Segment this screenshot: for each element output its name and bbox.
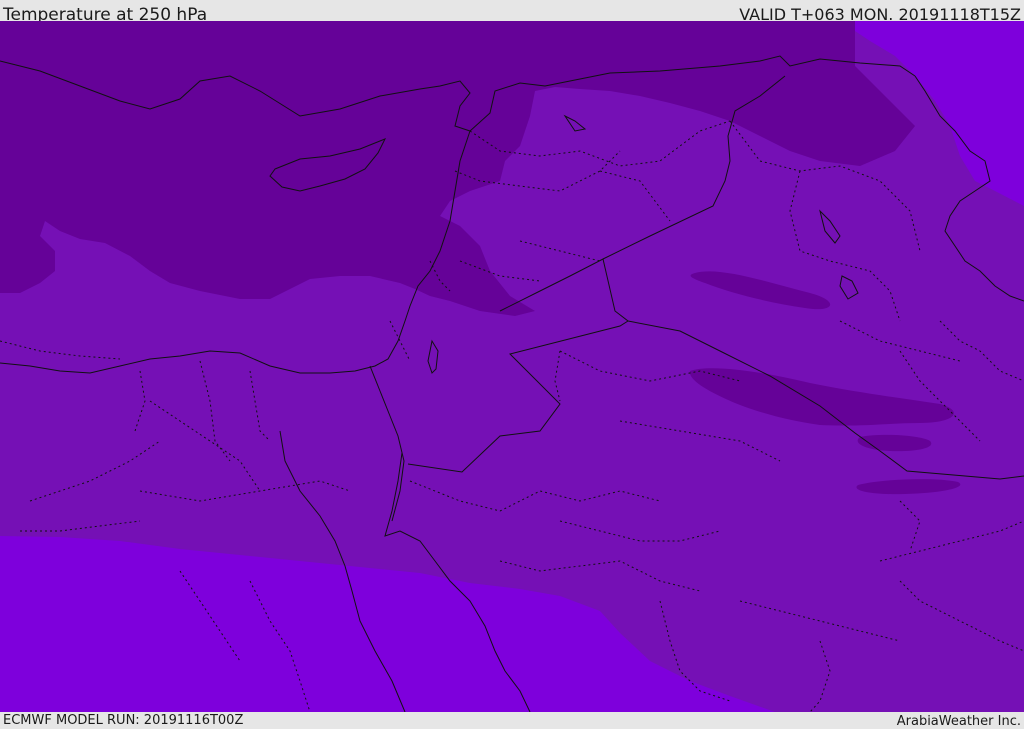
map-canvas[interactable] [0, 21, 1024, 712]
credit: ArabiaWeather Inc. [896, 714, 1021, 729]
footer-bar: ECMWF MODEL RUN: 20191116T00Z ArabiaWeat… [0, 712, 1024, 729]
valid-time: VALID T+063 MON. 20191118T15Z [739, 5, 1021, 21]
model-run: ECMWF MODEL RUN: 20191116T00Z [3, 713, 244, 728]
header-bar: Temperature at 250 hPa VALID T+063 MON. … [0, 0, 1024, 21]
map-title: Temperature at 250 hPa [3, 5, 208, 21]
